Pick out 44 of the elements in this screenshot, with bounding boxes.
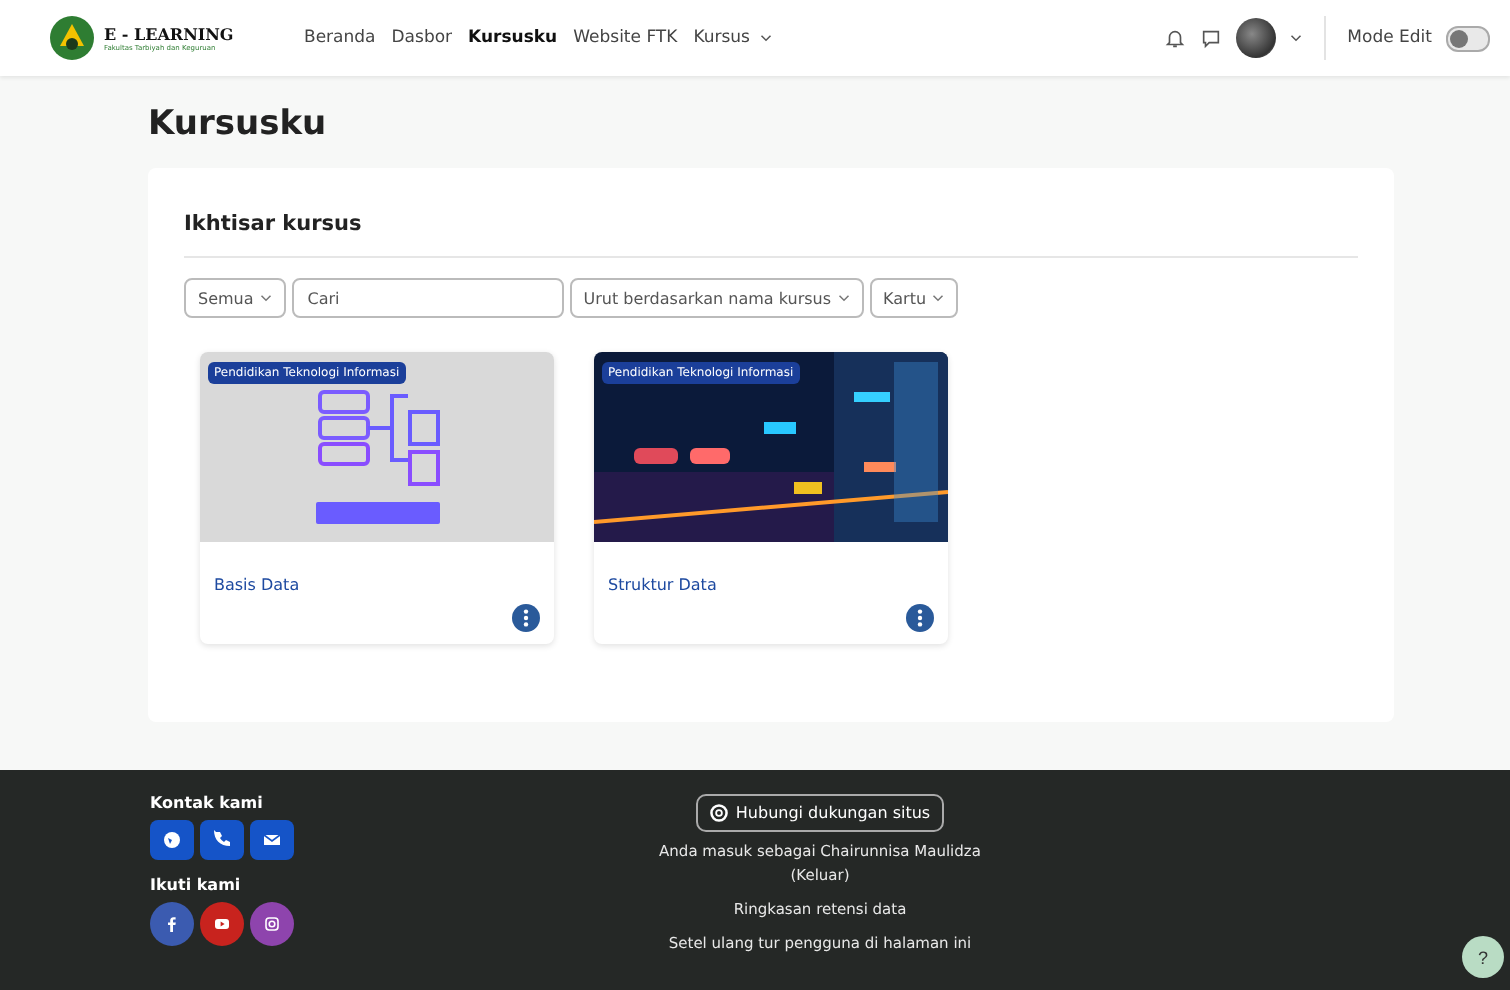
filter-dropdown[interactable]: Semua [184, 278, 286, 318]
caret-icon [259, 294, 272, 302]
nav-link[interactable]: Kursusku [468, 28, 558, 48]
youtube-button[interactable] [200, 902, 244, 946]
support-button[interactable]: Hubungi dukungan situs [695, 794, 945, 832]
course-link[interactable]: Basis Data [214, 576, 300, 594]
envelope-icon [262, 830, 282, 850]
lifebuoy-icon [709, 804, 728, 822]
play-icon [212, 914, 232, 934]
edit-mode-toggle[interactable] [1446, 25, 1490, 51]
footer-heading: Kontak kami [150, 794, 265, 812]
filter-dropdown[interactable]: Kartu [869, 278, 959, 318]
phone-button[interactable] [200, 820, 244, 860]
search-field[interactable]: Cari [291, 278, 564, 318]
instagram-button[interactable] [250, 902, 294, 946]
globe-icon [162, 830, 182, 850]
course-link[interactable]: Struktur Data [608, 576, 717, 594]
page-title: Kursusku [148, 104, 329, 144]
nav-link[interactable]: Kursus [693, 28, 772, 48]
help-button[interactable]: ? [1462, 936, 1504, 978]
nav-link[interactable]: Dasbor [391, 28, 453, 48]
caret-icon[interactable] [1289, 34, 1302, 42]
facebook-button[interactable] [150, 902, 194, 946]
section-title: Ikhtisar kursus [184, 212, 364, 236]
email-button[interactable] [250, 820, 294, 860]
caret-icon [837, 294, 850, 302]
camera-icon [262, 914, 282, 934]
logo-icon [48, 14, 96, 62]
footer-heading: Ikuti kami [150, 876, 243, 894]
chat-icon[interactable] [1199, 27, 1222, 49]
nav-link[interactable]: Website FTK [573, 28, 678, 48]
facebook-icon [162, 914, 182, 934]
edit-mode-label: Mode Edit [1347, 28, 1432, 48]
caret-icon [759, 34, 772, 42]
bell-icon[interactable] [1163, 27, 1186, 49]
phone-icon [212, 830, 232, 850]
caret-icon [932, 294, 945, 302]
filter-dropdown[interactable]: Urut berdasarkan nama kursus [569, 278, 864, 318]
more-options-icon[interactable] [906, 604, 934, 632]
logo-title: E - LEARNING [104, 24, 234, 44]
website-button[interactable] [150, 820, 194, 860]
more-options-icon[interactable] [512, 604, 540, 632]
avatar[interactable] [1235, 18, 1276, 58]
nav-link[interactable]: Beranda [304, 28, 376, 48]
